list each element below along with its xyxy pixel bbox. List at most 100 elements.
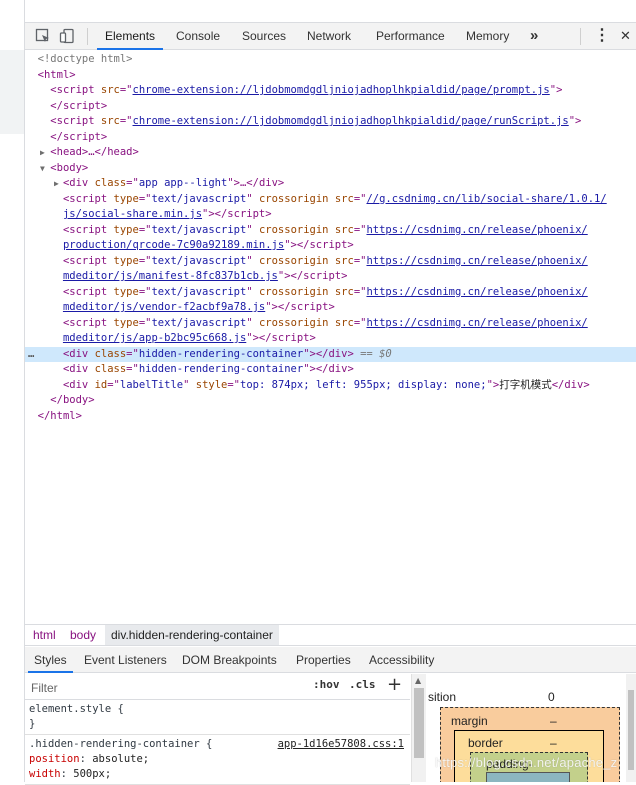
- scroll-up-icon[interactable]: ▲: [415, 676, 421, 685]
- dom-node[interactable]: <script src="chrome-extension://ljdobmom…: [25, 114, 636, 130]
- script-src-link[interactable]: https://csdnimg.cn/release/phoenix/: [366, 317, 587, 329]
- dom-node-wrap: production/qrcode-7c90a92189.min.js"></s…: [62, 239, 354, 251]
- left-gutter: [0, 0, 25, 782]
- script-src-link[interactable]: https://csdnimg.cn/release/phoenix/: [366, 224, 587, 236]
- script-src-link[interactable]: mdeditor/js/vendor-f2acbf9a78.js: [63, 301, 265, 313]
- stylesheet-link[interactable]: app-1d16e57808.css:1: [278, 737, 404, 752]
- dom-node[interactable]: <script type="text/javascript" crossorig…: [25, 223, 636, 239]
- position-label: sition: [428, 690, 457, 704]
- html-open-tag: <html>: [37, 68, 76, 81]
- script-src-link[interactable]: //g.csdnimg.cn/lib/social-share/1.0.1/: [366, 193, 606, 205]
- script-src-link[interactable]: chrome-extension://ljdobmomdgdljniojadho…: [133, 84, 550, 96]
- tab-network[interactable]: Network: [307, 23, 351, 49]
- content-box: [486, 772, 570, 782]
- more-tabs-icon[interactable]: »: [530, 23, 538, 49]
- breadcrumb-selected[interactable]: div.hidden-rendering-container: [105, 625, 279, 645]
- dom-node[interactable]: </body>: [25, 393, 636, 409]
- styles-scrollbar[interactable]: ▲: [411, 674, 426, 782]
- tab-elements[interactable]: Elements: [96, 23, 164, 50]
- rule-close: }: [29, 718, 36, 730]
- dom-node[interactable]: <script src="chrome-extension://ljdobmom…: [25, 83, 636, 99]
- breadcrumb: html body div.hidden-rendering-container: [25, 624, 636, 646]
- script-src-link[interactable]: mdeditor/js/app-b2bc95c668.js: [63, 332, 246, 344]
- tab-properties[interactable]: Properties: [296, 647, 351, 673]
- menu-icon[interactable]: ⋮: [594, 23, 610, 49]
- toolbar-separator: [580, 28, 581, 45]
- dollar-zero: == $0: [360, 347, 392, 360]
- devtools-pane: Elements Console Sources Network Perform…: [25, 0, 636, 785]
- inspect-element-icon[interactable]: [35, 28, 51, 44]
- new-rule-icon[interactable]: +: [387, 674, 402, 695]
- sidebar-tabs: Styles Event Listeners DOM Breakpoints P…: [25, 647, 636, 673]
- dom-node-wrap: mdeditor/js/vendor-f2acbf9a78.js"></scri…: [62, 301, 335, 313]
- tab-accessibility[interactable]: Accessibility: [369, 647, 434, 673]
- element-style-rule: element.style { }: [25, 700, 410, 735]
- tab-performance[interactable]: Performance: [376, 23, 445, 49]
- collapse-triangle-icon[interactable]: ▼: [40, 161, 45, 177]
- devtools-toolbar: Elements Console Sources Network Perform…: [25, 22, 636, 50]
- script-src-link[interactable]: https://csdnimg.cn/release/phoenix/: [366, 255, 587, 267]
- dom-node[interactable]: <script type="text/javascript" crossorig…: [25, 254, 636, 270]
- script-src-link[interactable]: chrome-extension://ljdobmomdgdljniojadho…: [133, 115, 569, 127]
- expand-triangle-icon[interactable]: ▶: [40, 145, 45, 161]
- tab-dom-breakpoints[interactable]: DOM Breakpoints: [182, 647, 277, 673]
- css-rule: app-1d16e57808.css:1 .hidden-rendering-c…: [25, 735, 410, 785]
- rule-selector[interactable]: element.style {: [29, 702, 406, 717]
- selected-dom-node[interactable]: … <div class="hidden-rendering-container…: [25, 346, 636, 363]
- attr-value: top: 874px; left: 955px; display: none;: [240, 378, 487, 391]
- close-icon[interactable]: ✕: [620, 23, 631, 49]
- attr-value: hidden-rendering-container: [138, 363, 304, 375]
- tab-styles[interactable]: Styles: [28, 647, 73, 673]
- breadcrumb-html[interactable]: html: [33, 625, 56, 645]
- tab-event-listeners[interactable]: Event Listeners: [84, 647, 167, 673]
- dom-node[interactable]: </script>: [25, 99, 636, 115]
- dom-node[interactable]: <div class="hidden-rendering-container">…: [25, 362, 636, 378]
- css-property[interactable]: position: [29, 753, 80, 765]
- head-node: <head>…</head>: [50, 146, 139, 158]
- styles-filter-input[interactable]: [29, 677, 303, 699]
- html-close-tag: </html>: [37, 409, 82, 422]
- dom-node[interactable]: </script>: [25, 130, 636, 146]
- tab-memory[interactable]: Memory: [466, 23, 509, 49]
- margin-label: margin: [451, 714, 488, 728]
- dom-node[interactable]: <script type="text/javascript" crossorig…: [25, 316, 636, 332]
- tab-console[interactable]: Console: [176, 23, 220, 49]
- device-toggle-icon[interactable]: [59, 28, 75, 44]
- gutter-shade: [0, 50, 24, 134]
- css-value[interactable]: absolute;: [92, 753, 149, 765]
- dom-node[interactable]: <div id="labelTitle" style="top: 874px; …: [25, 378, 636, 394]
- breadcrumb-body[interactable]: body: [70, 625, 96, 645]
- node-text: 打字机模式: [499, 378, 552, 391]
- hover-state-button[interactable]: :hov: [313, 678, 340, 691]
- css-value[interactable]: 500px;: [73, 768, 111, 780]
- attr-value: labelTitle: [119, 378, 184, 391]
- scrollbar-thumb[interactable]: [628, 690, 634, 770]
- position-value[interactable]: 0: [548, 690, 555, 704]
- script-src-link[interactable]: mdeditor/js/manifest-8fc837b1cb.js: [63, 270, 278, 282]
- dom-node[interactable]: <!doctype html>: [25, 52, 636, 68]
- script-src-link[interactable]: https://csdnimg.cn/release/phoenix/: [366, 286, 587, 298]
- dom-node[interactable]: ▶ <div class="app app--light">…</div>: [25, 176, 636, 192]
- border-value[interactable]: –: [550, 736, 557, 750]
- styles-filter-bar: :hov .cls +: [25, 674, 410, 700]
- margin-value[interactable]: –: [550, 714, 557, 728]
- dom-node[interactable]: ▼ <body>: [25, 161, 636, 177]
- dom-node[interactable]: ▶ <head>…</head>: [25, 145, 636, 161]
- dom-node[interactable]: </html>: [25, 409, 636, 425]
- dom-node[interactable]: <html>: [25, 68, 636, 84]
- doctype: <!doctype html>: [37, 53, 133, 65]
- dom-node[interactable]: <script type="text/javascript" crossorig…: [25, 192, 636, 208]
- script-src-link[interactable]: production/qrcode-7c90a92189.min.js: [63, 239, 284, 251]
- tab-sources[interactable]: Sources: [242, 23, 286, 49]
- scrollbar-thumb[interactable]: [414, 688, 424, 758]
- box-model-scrollbar[interactable]: [626, 674, 636, 782]
- class-toggle-button[interactable]: .cls: [349, 678, 376, 691]
- dom-node[interactable]: <script type="text/javascript" crossorig…: [25, 285, 636, 301]
- ellipsis-icon[interactable]: …: [28, 347, 34, 363]
- script-src-link[interactable]: js/social-share.min.js: [63, 208, 202, 220]
- expand-triangle-icon[interactable]: ▶: [54, 176, 59, 192]
- css-property[interactable]: width: [29, 768, 61, 780]
- border-label: border: [468, 736, 503, 750]
- dom-node-wrap: js/social-share.min.js"></script>: [62, 208, 272, 220]
- body-close-tag: </body>: [50, 394, 95, 406]
